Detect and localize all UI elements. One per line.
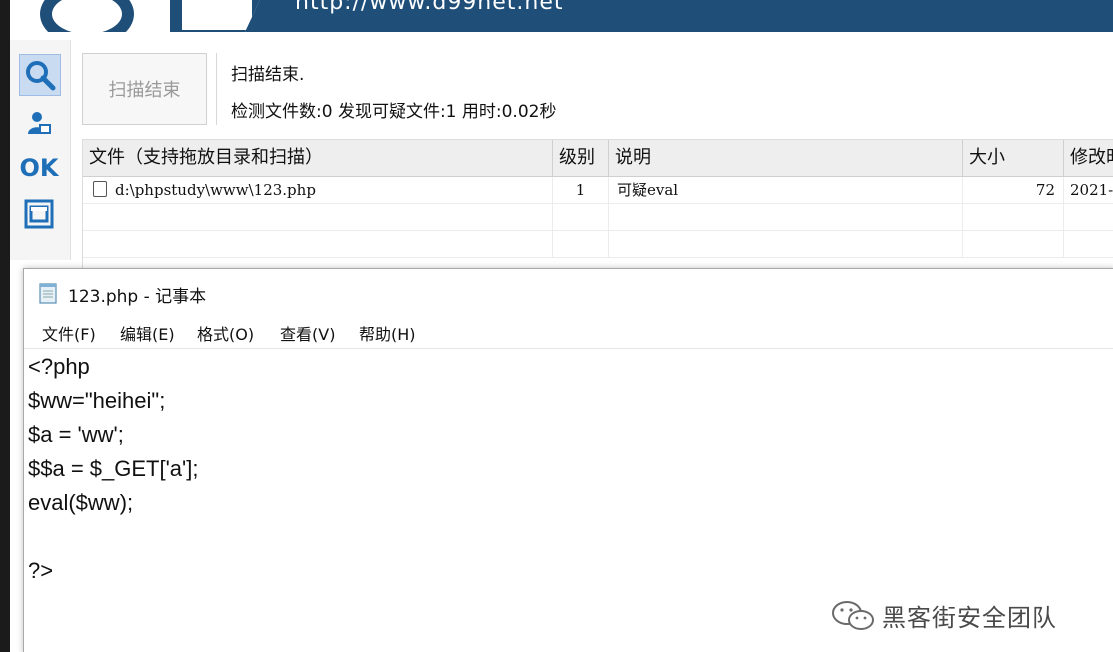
scan-tool-button[interactable]: [19, 54, 61, 96]
cell-desc: 可疑eval: [609, 177, 963, 203]
cell-modified: 2021-: [1070, 181, 1113, 199]
code-line: $ww="heihei";: [28, 388, 166, 413]
table-row[interactable]: d:\phpstudy\www\123.php 1 可疑eval 72 2021…: [83, 177, 1113, 204]
wechat-icon: [832, 600, 874, 630]
table-row-empty: [83, 204, 1113, 231]
cell-file: d:\phpstudy\www\123.php: [83, 177, 553, 203]
code-line: eval($ww);: [28, 490, 134, 515]
user-tool-button[interactable]: [19, 103, 59, 143]
ok-tool-button[interactable]: OK: [19, 148, 59, 188]
results-table: 文件（支持拖放目录和扫描） 级别 说明 大小 修改时 d:\phpstudy\w…: [82, 139, 1113, 271]
window-tool-button[interactable]: [19, 194, 59, 234]
menu-format[interactable]: 格式(O): [197, 321, 254, 345]
divider: [216, 53, 217, 125]
notepad-title: 123.php - 记事本: [68, 287, 207, 307]
table-row-empty: [83, 231, 1113, 258]
notepad-window[interactable]: 123.php - 记事本 文件(F) 编辑(E) 格式(O) 查看(V) 帮助…: [23, 268, 1113, 652]
code-line: $$a = $_GET['a'];: [28, 456, 199, 481]
website-url[interactable]: http://www.d99net.net: [295, 0, 564, 15]
notepad-menubar: 文件(F) 编辑(E) 格式(O) 查看(V) 帮助(H): [24, 317, 1113, 345]
notepad-titlebar[interactable]: 123.php - 记事本: [24, 269, 1113, 317]
watermark: 黑客街安全团队: [830, 598, 1057, 633]
tool-rail: OK: [10, 40, 71, 260]
table-header: 文件（支持拖放目录和扫描） 级别 说明 大小 修改时: [83, 140, 1113, 177]
header-banner: http://www.d99net.net: [10, 0, 1113, 32]
code-line: ?>: [28, 558, 54, 583]
search-icon: [26, 61, 56, 91]
file-path: d:\phpstudy\www\123.php: [115, 181, 316, 199]
menu-view[interactable]: 查看(V): [280, 321, 335, 345]
cell-size: 72: [963, 177, 1064, 203]
notepad-icon: [39, 283, 57, 304]
code-line: <?php: [28, 354, 90, 379]
user-icon: [28, 112, 51, 134]
menu-file[interactable]: 文件(F): [42, 321, 96, 345]
col-header-file[interactable]: 文件（支持拖放目录和扫描）: [83, 140, 553, 176]
menu-edit[interactable]: 编辑(E): [120, 321, 175, 345]
scan-end-button[interactable]: 扫描结束: [82, 53, 207, 125]
app-window: http://www.d99net.net OK 扫描结束 扫描结束. 检测文件…: [10, 0, 1113, 652]
col-header-size[interactable]: 大小: [963, 140, 1064, 176]
col-header-desc[interactable]: 说明: [609, 140, 963, 176]
d-shield-logo: [10, 0, 260, 32]
scan-stats-text: 检测文件数:0 发现可疑文件:1 用时:0.02秒: [231, 102, 557, 122]
watermark-text: 黑客街安全团队: [882, 604, 1057, 632]
file-icon: [93, 181, 107, 197]
code-line: $a = 'ww';: [28, 422, 124, 447]
ok-icon: OK: [19, 154, 59, 182]
col-header-modified[interactable]: 修改时: [1064, 140, 1113, 176]
col-header-level[interactable]: 级别: [553, 140, 609, 176]
window-icon: [24, 199, 54, 229]
cell-level: 1: [553, 177, 609, 203]
scan-status-text: 扫描结束.: [231, 65, 305, 85]
menu-help[interactable]: 帮助(H): [359, 321, 416, 345]
